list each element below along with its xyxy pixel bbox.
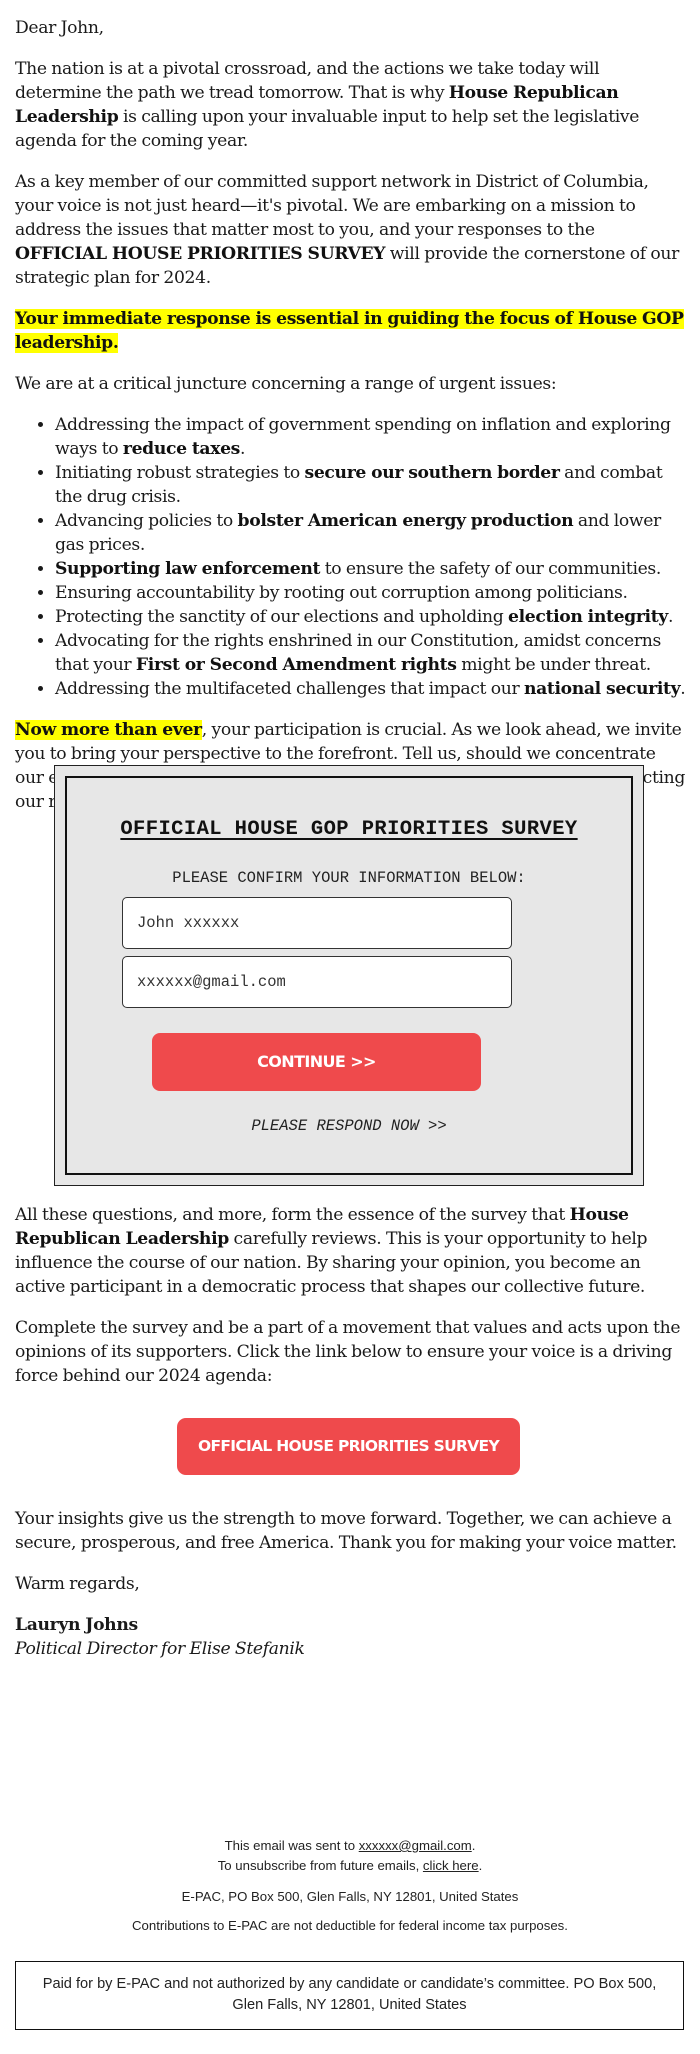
intro-paragraph-2: As a key member of our committed support… — [15, 170, 687, 290]
issue-item: Addressing the impact of government spen… — [55, 413, 687, 461]
bold-text: First or Second Amendment rights — [135, 655, 457, 675]
issue-item: Supporting law enforcement to ensure the… — [55, 557, 687, 581]
signature-title: Political Director for Elise Stefanik — [15, 1639, 305, 1659]
continue-button[interactable]: CONTINUE >> — [152, 1033, 481, 1091]
bold-text: bolster American energy production — [237, 511, 574, 531]
issue-item: Ensuring accountability by rooting out c… — [55, 581, 687, 605]
signature-name: Lauryn Johns — [15, 1615, 138, 1635]
unsubscribe-link[interactable]: click here — [423, 1858, 479, 1873]
bold-text: election integrity — [508, 607, 668, 627]
email-footer: This email was sent to xxxxxx@gmail.com.… — [0, 1836, 700, 1936]
intro-paragraph-1: The nation is at a pivotal crossroad, an… — [15, 57, 687, 153]
text: . — [680, 679, 686, 699]
issues-intro: We are at a critical juncture concerning… — [15, 374, 557, 394]
issue-item: Advocating for the rights enshrined in o… — [55, 629, 687, 677]
text: This email was sent to — [224, 1838, 359, 1853]
issue-item: Initiating robust strategies to secure o… — [55, 461, 687, 509]
mailing-address: E-PAC, PO Box 500, Glen Falls, NY 12801,… — [181, 1889, 519, 1904]
official-survey-button[interactable]: OFFICIAL HOUSE PRIORITIES SURVEY — [177, 1418, 520, 1475]
email-body-middle: All these questions, and more, form the … — [15, 1203, 687, 1405]
text: All these questions, and more, form the … — [15, 1205, 570, 1225]
survey-title: OFFICIAL HOUSE GOP PRIORITIES SURVEY — [120, 818, 578, 841]
tax-notice: Contributions to E-PAC are not deductibl… — [132, 1918, 568, 1933]
text: . — [240, 439, 246, 459]
survey-inner-frame: OFFICIAL HOUSE GOP PRIORITIES SURVEY PLE… — [65, 776, 633, 1175]
bold-text: Supporting law enforcement — [55, 559, 321, 579]
sent-to-line: This email was sent to xxxxxx@gmail.com. — [0, 1836, 700, 1856]
text: . — [471, 1838, 476, 1853]
signature: Lauryn Johns Political Director for Elis… — [15, 1613, 687, 1661]
signoff: Warm regards, — [15, 1574, 140, 1594]
bold-text: reduce taxes — [122, 439, 240, 459]
bold-text: OFFICIAL HOUSE PRIORITIES SURVEY — [15, 244, 386, 264]
issue-item: Addressing the multifaceted challenges t… — [55, 677, 687, 701]
survey-description-paragraph: All these questions, and more, form the … — [15, 1203, 687, 1299]
text: might be under threat. — [456, 655, 651, 675]
text: . — [478, 1858, 483, 1873]
call-to-action-paragraph: Complete the survey and be a part of a m… — [15, 1318, 681, 1386]
text: Addressing the multifaceted challenges t… — [55, 679, 524, 699]
text: To unsubscribe from future emails, — [217, 1858, 423, 1873]
email-body-top: Dear John, The nation is at a pivotal cr… — [15, 0, 687, 831]
urgent-highlight-paragraph: Your immediate response is essential in … — [15, 307, 687, 355]
highlighted-text: Now more than ever — [15, 720, 202, 740]
survey-box: OFFICIAL HOUSE GOP PRIORITIES SURVEY PLE… — [54, 765, 644, 1186]
text: Initiating robust strategies to — [55, 463, 305, 483]
issues-list: Addressing the impact of government spen… — [15, 413, 687, 701]
respond-now-link[interactable]: PLEASE RESPOND NOW >> — [67, 1117, 631, 1135]
text: Advancing policies to — [55, 511, 238, 531]
highlighted-text: Your immediate response is essential in … — [15, 309, 684, 353]
text: to ensure the safety of our communities. — [320, 559, 662, 579]
email-field[interactable] — [122, 956, 512, 1008]
name-field[interactable] — [122, 897, 512, 949]
text: . — [667, 607, 674, 627]
issue-item: Advancing policies to bolster American e… — [55, 509, 687, 557]
recipient-email-link[interactable]: xxxxxx@gmail.com — [359, 1838, 472, 1853]
text: As a key member of our committed support… — [15, 172, 649, 240]
text: Ensuring accountability by rooting out c… — [55, 583, 628, 603]
unsubscribe-line: To unsubscribe from future emails, click… — [0, 1856, 700, 1876]
bold-text: secure our southern border — [304, 463, 560, 483]
greeting: Dear John, — [15, 18, 104, 38]
text: Protecting the sanctity of our elections… — [55, 607, 509, 627]
closing-paragraph: Your insights give us the strength to mo… — [15, 1509, 677, 1553]
email-closing: Your insights give us the strength to mo… — [15, 1507, 687, 1678]
paid-for-disclaimer: Paid for by E-PAC and not authorized by … — [15, 1961, 684, 2030]
survey-subtitle: PLEASE CONFIRM YOUR INFORMATION BELOW: — [172, 869, 526, 887]
issue-item: Protecting the sanctity of our elections… — [55, 605, 687, 629]
bold-text: national security — [523, 679, 681, 699]
